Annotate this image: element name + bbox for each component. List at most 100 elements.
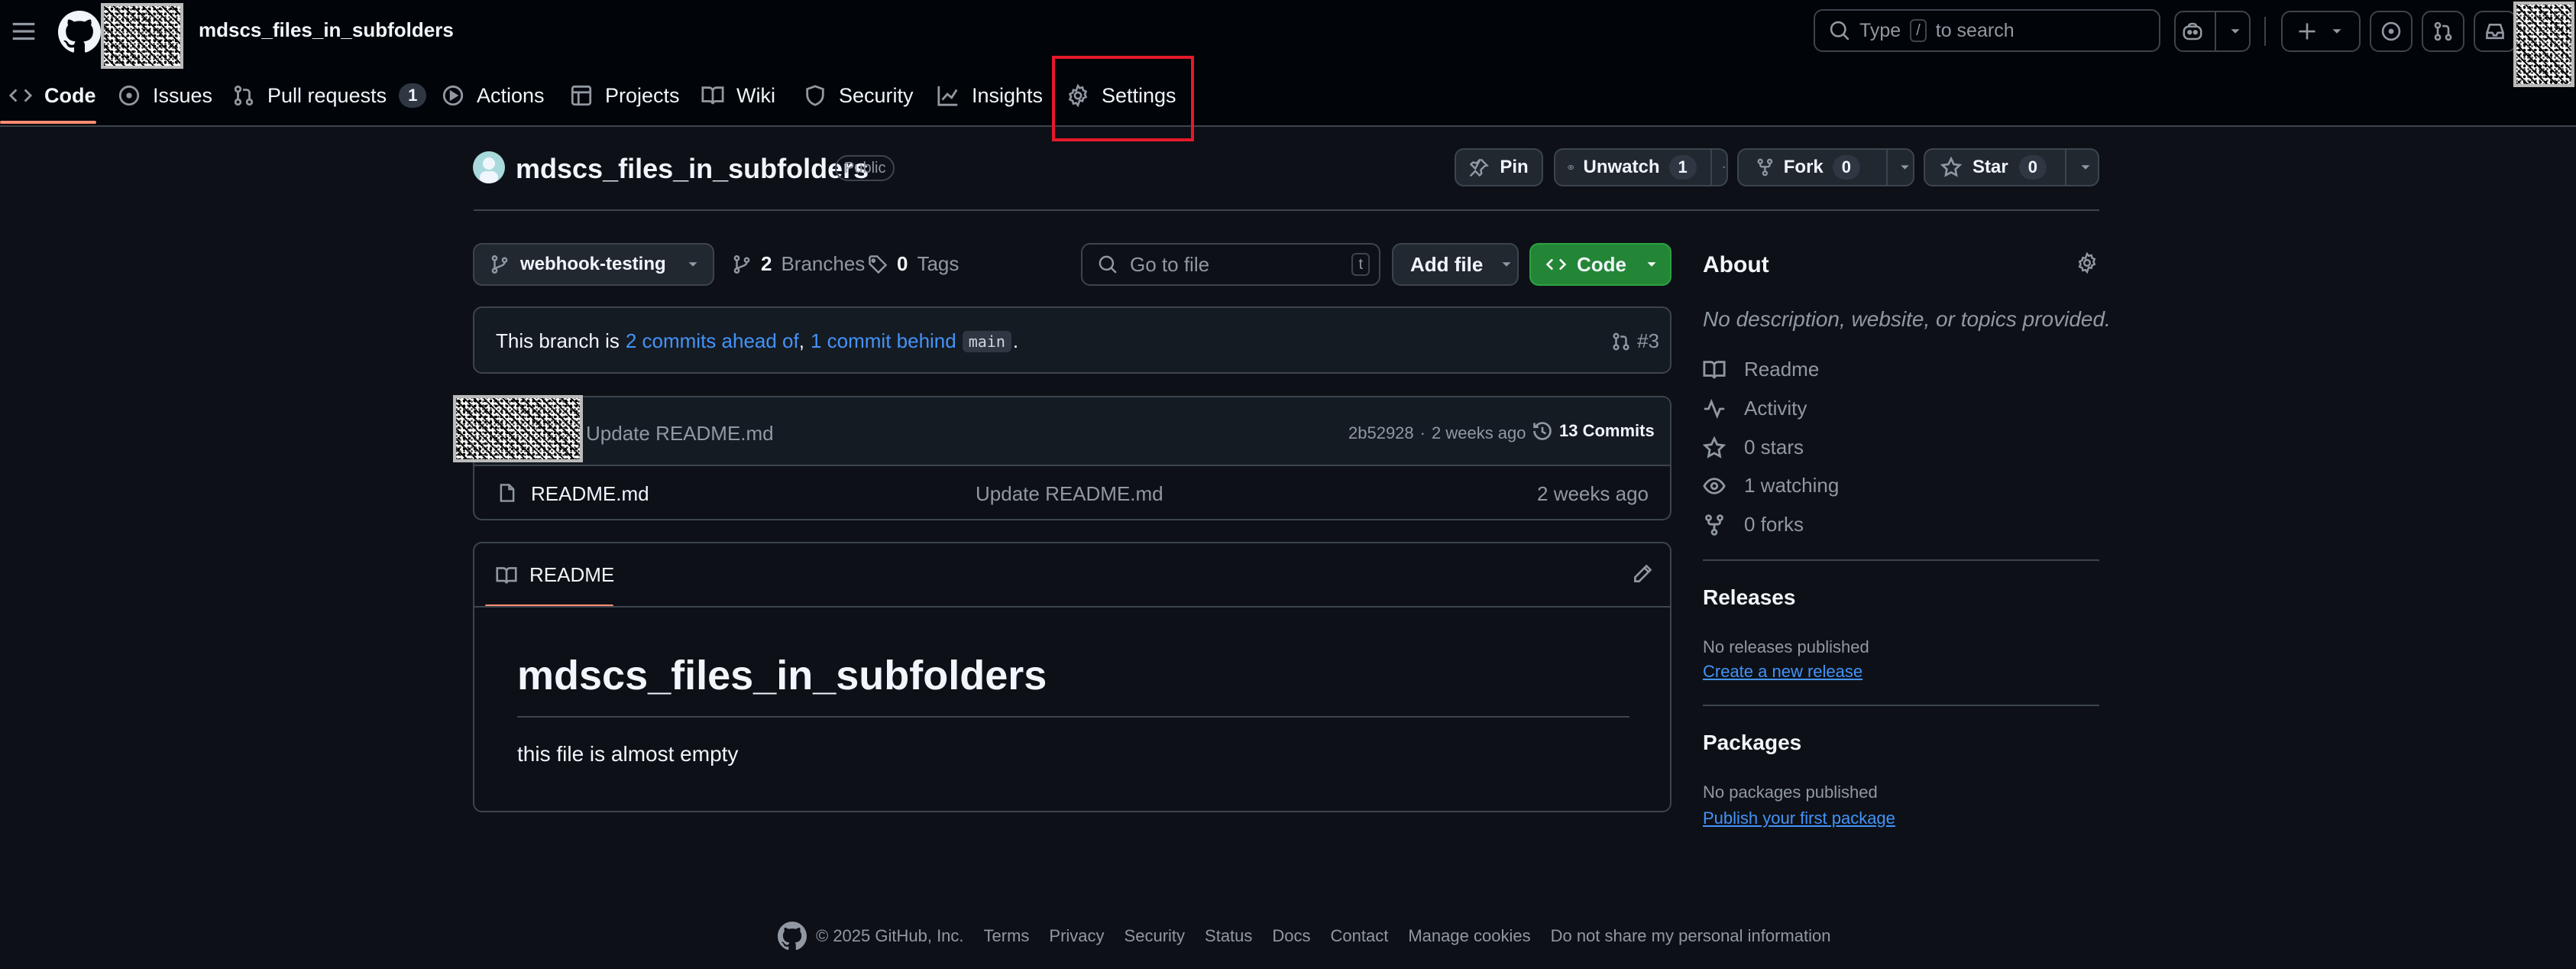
- tab-code[interactable]: Code: [9, 76, 96, 115]
- branches-label: Branches: [781, 252, 866, 275]
- repo-title[interactable]: mdscs_files_in_subfolders: [516, 153, 869, 185]
- packages-empty-text: No packages published: [1703, 783, 1878, 802]
- search-shortcut-key: /: [1910, 19, 1927, 42]
- pull-request-ref[interactable]: #3: [1611, 329, 1659, 353]
- header-divider: [2264, 17, 2266, 46]
- file-row[interactable]: README.md Update README.md 2 weeks ago: [474, 466, 1670, 520]
- pin-icon: [1470, 158, 1490, 177]
- tags-link[interactable]: 0 Tags: [868, 252, 959, 276]
- about-watching-link[interactable]: 1 watching: [1703, 474, 1839, 497]
- issues-shortcut-button[interactable]: [2370, 11, 2413, 52]
- tab-projects[interactable]: Projects: [570, 76, 680, 115]
- packages-title[interactable]: Packages: [1703, 731, 1801, 755]
- copilot-icon: [2183, 22, 2202, 41]
- branch-status-period: .: [1012, 329, 1019, 352]
- footer-manage-cookies-link[interactable]: Manage cookies: [1408, 926, 1530, 946]
- table-icon: [571, 85, 592, 106]
- file-commit-message[interactable]: Update README.md: [976, 482, 1163, 506]
- github-logo-icon[interactable]: [58, 11, 101, 53]
- search-icon: [1099, 255, 1117, 274]
- file-name[interactable]: README.md: [531, 482, 649, 506]
- go-to-file-input[interactable]: Go to file t: [1081, 243, 1380, 286]
- file-list: Update README.md 2b52928 · 2 weeks ago 1…: [473, 396, 1671, 520]
- commits-history-link[interactable]: 13 Commits: [1532, 420, 1655, 442]
- active-tab-underline: [0, 121, 96, 124]
- tab-wiki[interactable]: Wiki: [701, 76, 775, 115]
- star-icon: [1703, 436, 1726, 459]
- copilot-button[interactable]: [2174, 11, 2251, 52]
- about-stars-link[interactable]: 0 stars: [1703, 436, 1804, 459]
- create-release-link[interactable]: Create a new release: [1703, 662, 1862, 682]
- base-branch-tag: main: [962, 330, 1011, 352]
- readme-heading-rule: [517, 716, 1629, 718]
- unwatch-button[interactable]: Unwatch 1: [1554, 148, 1728, 186]
- commits-behind-link[interactable]: 1 commit behind: [811, 329, 956, 353]
- tab-pull-requests[interactable]: Pull requests 1: [232, 76, 427, 115]
- watch-count: 1: [1668, 155, 1697, 180]
- commit-hash[interactable]: 2b52928: [1348, 423, 1414, 443]
- publish-package-link[interactable]: Publish your first package: [1703, 809, 1895, 828]
- create-new-button[interactable]: [2281, 11, 2361, 52]
- chevron-down-icon: [2231, 29, 2240, 34]
- fork-label: Fork: [1783, 157, 1824, 177]
- footer-status-link[interactable]: Status: [1205, 926, 1252, 946]
- header-repo-name[interactable]: mdscs_files_in_subfolders: [199, 18, 454, 42]
- star-count: 0: [2018, 155, 2047, 180]
- inbox-icon: [2486, 23, 2504, 40]
- inbox-button[interactable]: [2474, 11, 2516, 52]
- commits-ahead-link[interactable]: 2 commits ahead of: [626, 329, 799, 353]
- readme-tab[interactable]: README: [496, 563, 614, 587]
- code-button[interactable]: Code: [1529, 243, 1671, 286]
- branch-name: webhook-testing: [520, 254, 666, 274]
- tab-insights[interactable]: Insights: [937, 76, 1043, 115]
- tab-actions-label: Actions: [477, 83, 545, 107]
- branch-status-prefix: This branch is: [496, 329, 620, 352]
- chevron-down-icon: [2081, 165, 2090, 170]
- footer-contact-link[interactable]: Contact: [1331, 926, 1389, 946]
- footer-security-link[interactable]: Security: [1125, 926, 1185, 946]
- repo-avatar[interactable]: [473, 151, 505, 183]
- star-label: Star: [1972, 157, 2008, 177]
- footer-logo[interactable]: © 2025 GitHub, Inc.: [778, 922, 964, 951]
- branches-link[interactable]: 2 Branches: [732, 252, 865, 276]
- about-readme-link[interactable]: Readme: [1703, 358, 1819, 381]
- tab-actions[interactable]: Actions: [442, 76, 545, 115]
- star-icon: [1940, 157, 1962, 177]
- about-forks-link[interactable]: 0 forks: [1703, 513, 1804, 536]
- commit-message[interactable]: Update README.md: [586, 422, 774, 446]
- footer: © 2025 GitHub, Inc. Terms Privacy Securi…: [778, 922, 1830, 951]
- branch-status-box: This branch is 2 commits ahead of, 1 com…: [473, 306, 1671, 374]
- star-button[interactable]: Star 0: [1924, 148, 2099, 186]
- add-file-button[interactable]: Add file: [1392, 243, 1519, 286]
- footer-do-not-share-link[interactable]: Do not share my personal information: [1551, 926, 1831, 946]
- branch-selector[interactable]: webhook-testing: [473, 243, 714, 286]
- about-readme-label: Readme: [1744, 358, 1820, 381]
- releases-title[interactable]: Releases: [1703, 585, 1795, 610]
- about-activity-link[interactable]: Activity: [1703, 397, 1807, 420]
- code-button-label: Code: [1577, 252, 1626, 276]
- edit-readme-button[interactable]: [1632, 563, 1653, 585]
- pull-requests-shortcut-button[interactable]: [2422, 11, 2464, 52]
- tab-insights-label: Insights: [972, 83, 1044, 107]
- about-settings-button[interactable]: [2076, 252, 2098, 274]
- sidebar-divider: [1703, 559, 2099, 561]
- commit-author-avatar[interactable]: [453, 395, 583, 462]
- search-input[interactable]: Type / to search: [1814, 9, 2160, 52]
- issue-icon: [2381, 21, 2401, 41]
- footer-terms-link[interactable]: Terms: [984, 926, 1030, 946]
- commit-meta-separator: ·: [1419, 423, 1426, 442]
- file-commit-time: 2 weeks ago: [1537, 482, 1649, 505]
- owner-avatar[interactable]: [101, 3, 183, 69]
- user-avatar[interactable]: [2513, 2, 2574, 87]
- pin-button[interactable]: Pin: [1455, 148, 1543, 186]
- footer-privacy-link[interactable]: Privacy: [1049, 926, 1104, 946]
- tab-security[interactable]: Security: [804, 76, 914, 115]
- tab-issues[interactable]: Issues: [118, 76, 212, 115]
- fork-button[interactable]: Fork 0: [1737, 148, 1914, 186]
- menu-icon[interactable]: [9, 17, 38, 46]
- footer-docs-link[interactable]: Docs: [1272, 926, 1310, 946]
- shield-icon: [806, 85, 824, 106]
- settings-highlight-box: [1052, 56, 1194, 141]
- pin-label: Pin: [1500, 157, 1529, 177]
- pencil-icon: [1634, 564, 1652, 582]
